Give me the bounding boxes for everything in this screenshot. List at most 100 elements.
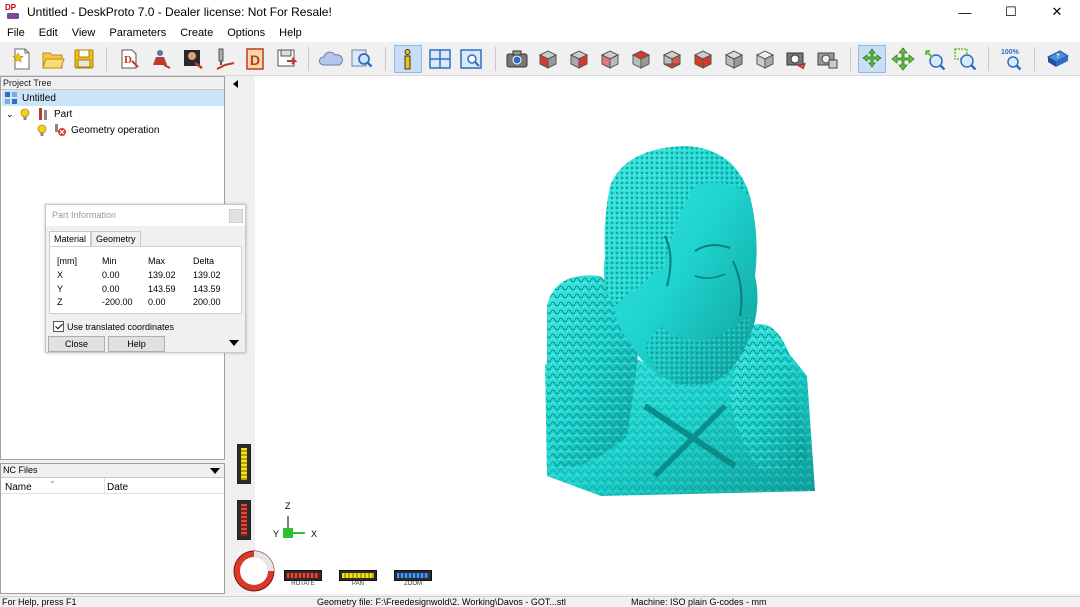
minimize-button[interactable]: — xyxy=(942,0,988,24)
row-min: 0.00 xyxy=(102,270,120,280)
tree-item-geometry-operation[interactable]: Geometry operation xyxy=(35,122,159,138)
camera-icon[interactable] xyxy=(503,45,531,73)
row-axis: Z xyxy=(57,297,63,307)
help-button[interactable]: Help xyxy=(108,336,165,352)
rotate-dial-icon[interactable] xyxy=(233,550,275,592)
row-max: 143.59 xyxy=(148,284,176,294)
view-iso-1-icon[interactable] xyxy=(720,45,748,73)
lightbulb-icon[interactable] xyxy=(18,107,32,121)
model-render: Z Y X xyxy=(273,146,815,539)
operation-error-icon xyxy=(53,123,67,137)
dropdown-arrow-icon[interactable] xyxy=(210,468,220,474)
nc-files-header[interactable]: NC Files xyxy=(1,464,224,478)
dialog-close-icon[interactable] xyxy=(229,209,243,223)
pan-tool-icon[interactable] xyxy=(889,45,917,73)
row-axis: Y xyxy=(57,284,64,294)
zoom-control[interactable]: ZOOM xyxy=(394,570,432,592)
tree-item-label: Untitled xyxy=(22,92,56,104)
window-layout-icon[interactable] xyxy=(426,45,454,73)
rotate-label: ROTATE xyxy=(291,581,315,587)
collapse-panel-icon[interactable] xyxy=(233,80,238,88)
display-settings-icon[interactable] xyxy=(457,45,485,73)
save-nc-icon[interactable] xyxy=(273,45,301,73)
view-back-icon[interactable] xyxy=(565,45,593,73)
row-axis: X xyxy=(57,270,64,280)
new-file-icon[interactable] xyxy=(8,45,36,73)
status-machine: Machine: ISO plain G-codes - mm xyxy=(631,597,767,607)
status-help-text: For Help, press F1 xyxy=(2,597,77,607)
menu-edit[interactable]: Edit xyxy=(32,24,65,42)
search-icon[interactable] xyxy=(348,45,376,73)
view-reset-icon[interactable] xyxy=(782,45,810,73)
column-name[interactable]: Name xyxy=(5,482,32,493)
operation-wizard-icon[interactable] xyxy=(211,45,239,73)
menu-file[interactable]: File xyxy=(0,24,32,42)
close-window-button[interactable]: ✕ xyxy=(1034,0,1080,24)
nc-files-title: NC Files xyxy=(3,465,38,475)
drawing-icon[interactable]: D xyxy=(242,45,270,73)
tree-item-untitled[interactable]: Untitled xyxy=(2,90,224,106)
row-max: 0.00 xyxy=(148,297,166,307)
zoom-100-label: 100% xyxy=(1001,49,1020,56)
tab-material[interactable]: Material xyxy=(49,231,92,246)
rotate-tool-icon[interactable] xyxy=(858,45,886,73)
checkbox-checked-icon[interactable] xyxy=(53,321,64,332)
header-min: Min xyxy=(102,256,117,266)
axis-z-label: Z xyxy=(285,501,291,511)
info-icon[interactable] xyxy=(394,45,422,73)
row-min: -200.00 xyxy=(102,297,133,307)
checkbox-label: Use translated coordinates xyxy=(67,321,175,332)
tab-geometry[interactable]: Geometry xyxy=(91,231,141,246)
tree-item-part[interactable]: ⌄ Part xyxy=(6,106,72,122)
app-logo-icon[interactable]: DP xyxy=(5,4,21,20)
view-iso-2-icon[interactable] xyxy=(751,45,779,73)
open-folder-icon[interactable] xyxy=(39,45,67,73)
rotate-slider-vertical[interactable] xyxy=(237,500,251,540)
view-right-icon[interactable] xyxy=(627,45,655,73)
expand-arrow-icon[interactable] xyxy=(229,340,239,346)
translated-coordinates-checkbox[interactable]: Use translated coordinates xyxy=(53,321,174,332)
window-title: Untitled - DeskProto 7.0 - Dealer licens… xyxy=(27,5,332,19)
help-book-icon[interactable]: ? xyxy=(1044,45,1072,73)
zoom-in-tool-icon[interactable] xyxy=(920,45,948,73)
view-save-icon[interactable] xyxy=(813,45,841,73)
view-front-icon[interactable] xyxy=(534,45,562,73)
view-left-icon[interactable] xyxy=(596,45,624,73)
maximize-button[interactable]: ☐ xyxy=(988,0,1034,24)
nc-files-panel: NC Files Name ⌄ Date xyxy=(0,463,225,594)
pan-control[interactable]: PAN xyxy=(339,570,377,592)
svg-text:D: D xyxy=(124,54,132,66)
zoom-window-tool-icon[interactable] xyxy=(951,45,979,73)
close-button[interactable]: Close xyxy=(48,336,105,352)
status-geometry-file: Geometry file: F:\Freedesignwold\2. Work… xyxy=(317,597,566,607)
header-delta: Delta xyxy=(193,256,215,266)
dialog-title-bar[interactable]: Part Information xyxy=(46,205,245,226)
row-min: 0.00 xyxy=(102,284,120,294)
menu-view[interactable]: View xyxy=(65,24,103,42)
bitmap-wizard-icon[interactable] xyxy=(179,45,207,73)
dialog-title: Part Information xyxy=(52,210,117,220)
menu-help[interactable]: Help xyxy=(272,24,309,42)
zoom-label: ZOOM xyxy=(404,581,422,587)
menu-options[interactable]: Options xyxy=(220,24,272,42)
zoom-100-icon[interactable]: 100% xyxy=(998,45,1026,73)
view-top-icon[interactable] xyxy=(658,45,686,73)
chevron-down-icon[interactable]: ⌄ xyxy=(6,109,18,120)
svg-text:?: ? xyxy=(1056,54,1060,60)
3d-viewport[interactable]: Z Y X xyxy=(255,76,1080,594)
lightbulb-icon[interactable] xyxy=(35,123,49,137)
rotate-control[interactable]: ROTATE xyxy=(284,570,322,592)
save-disk-icon[interactable] xyxy=(70,45,98,73)
menu-parameters[interactable]: Parameters xyxy=(102,24,173,42)
part-wizard-icon[interactable]: D xyxy=(116,45,144,73)
pan-label: PAN xyxy=(352,581,364,587)
pan-slider-vertical[interactable] xyxy=(237,444,251,484)
svg-text:D: D xyxy=(250,52,260,68)
column-date[interactable]: Date xyxy=(107,482,128,493)
cloud-icon[interactable] xyxy=(317,45,345,73)
view-bottom-icon[interactable] xyxy=(689,45,717,73)
main-toolbar: D D 100% ? xyxy=(0,42,1080,76)
menu-create[interactable]: Create xyxy=(173,24,220,42)
vector-wizard-icon[interactable] xyxy=(148,45,176,73)
project-icon xyxy=(4,91,18,105)
